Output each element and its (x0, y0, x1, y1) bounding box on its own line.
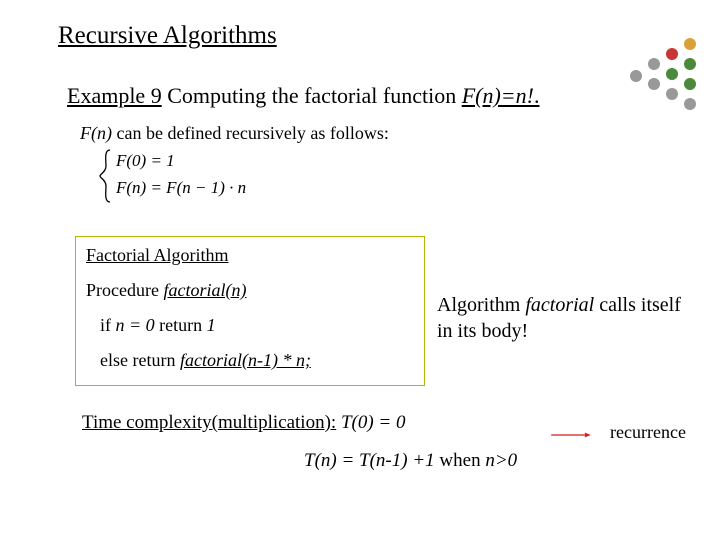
decor-dot (666, 68, 678, 80)
if-a: if (100, 315, 116, 335)
decor-dot (630, 70, 642, 82)
procedure-line: Procedure factorial(n) (86, 280, 414, 301)
def-text: can be defined recursively as follows: (112, 123, 389, 143)
else-line: else return factorial(n-1) * n; (100, 350, 414, 371)
if-b: n = 0 (116, 315, 155, 335)
if-d: 1 (207, 315, 216, 335)
procedure-label: Procedure (86, 280, 163, 300)
procedure-fn: factorial(n) (163, 280, 246, 300)
side-note: Algorithm factorial calls itself in its … (437, 292, 687, 344)
decor-dot (684, 38, 696, 50)
if-line: if n = 0 return 1 (100, 315, 414, 336)
else-a: else return (100, 350, 180, 370)
time-line-1: Time complexity(multiplication): T(0) = … (82, 412, 406, 434)
if-c: return (155, 315, 207, 335)
example-text: Computing the factorial function (162, 83, 462, 108)
decor-dot (648, 58, 660, 70)
decor-dot (684, 78, 696, 90)
eq-line-2: F(n) = F(n − 1) · n (116, 178, 246, 198)
time-label: Time complexity(multiplication): (82, 412, 336, 433)
recursive-eq-block: F(0) = 1 F(n) = F(n − 1) · n (98, 148, 268, 206)
def-fn: F(n) (80, 123, 112, 143)
algorithm-title: Factorial Algorithm (86, 245, 414, 266)
time-eq2c: n>0 (485, 450, 517, 471)
side-fn: factorial (525, 294, 594, 316)
time-eq2b: when (435, 450, 486, 471)
example-label: Example 9 (67, 83, 162, 108)
decor-dot (684, 98, 696, 110)
recurrence-label: recurrence (610, 422, 686, 443)
decor-dot (666, 48, 678, 60)
decor-dot (648, 78, 660, 90)
example-dot: . (534, 83, 540, 108)
algorithm-box: Factorial Algorithm Procedure factorial(… (75, 236, 425, 386)
arrow-icon (538, 432, 604, 438)
corner-dots (630, 30, 710, 110)
example-line: Example 9 Computing the factorial functi… (67, 83, 539, 109)
side-a: Algorithm (437, 294, 525, 316)
decor-dot (666, 88, 678, 100)
eq-line-1: F(0) = 1 (116, 151, 175, 171)
definition-line: F(n) can be defined recursively as follo… (80, 123, 389, 144)
brace-icon (98, 148, 114, 204)
example-fn: F(n)=n! (462, 83, 534, 108)
else-b: factorial(n-1) * n; (180, 350, 311, 370)
time-eq1: T(0) = 0 (341, 412, 406, 433)
slide-title: Recursive Algorithms (58, 22, 277, 50)
time-eq2a: T(n) = T(n-1) +1 (304, 450, 435, 471)
decor-dot (684, 58, 696, 70)
time-line-2: T(n) = T(n-1) +1 when n>0 (304, 450, 517, 472)
